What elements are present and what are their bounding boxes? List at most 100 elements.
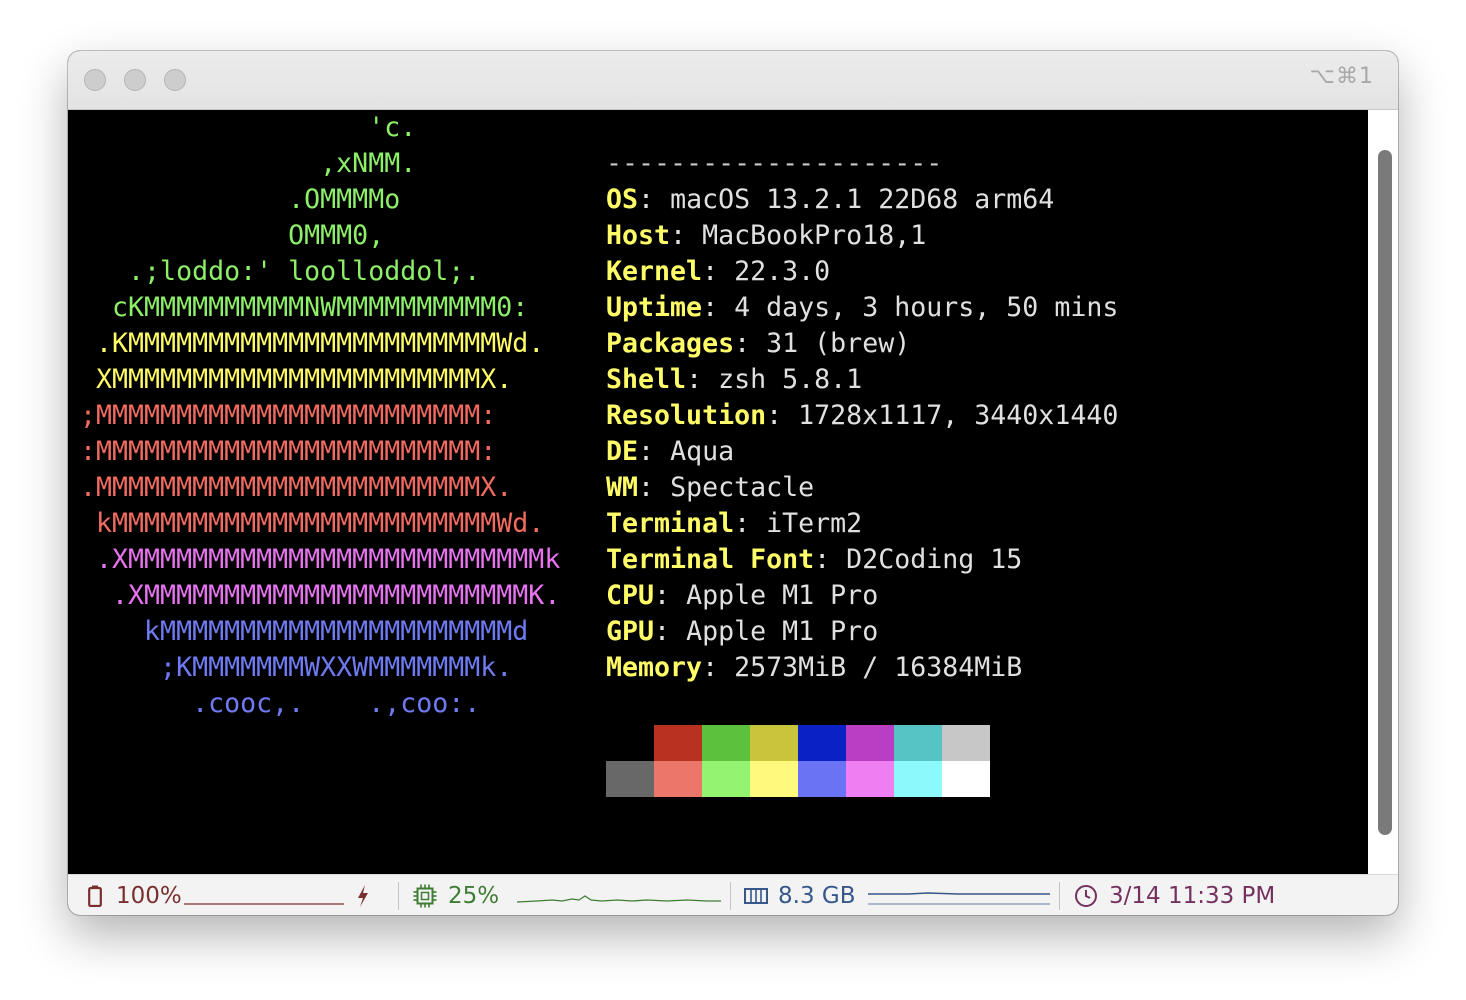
clock-icon: [1074, 884, 1098, 908]
info-key: Terminal: [606, 508, 735, 539]
info-value: 4 days, 3 hours, 50 mins: [734, 292, 1119, 323]
battery-icon: [88, 885, 102, 907]
color-swatch: [654, 725, 702, 761]
color-swatch: [654, 761, 702, 797]
info-line: Packages: 31 (brew): [606, 326, 1118, 362]
ascii-line: ,xNMM.: [80, 148, 417, 179]
info-line: GPU: Apple M1 Pro: [606, 614, 1118, 650]
ascii-line: cKMMMMMMMMMMNWMMMMMMMMMM0:: [80, 292, 529, 323]
info-colon: :: [814, 544, 847, 575]
ascii-line: .cooc,. .,coo:.: [80, 688, 481, 719]
color-swatch: [606, 725, 654, 761]
memory-icon: [744, 886, 768, 906]
status-bar: 100% 25% 8.3 GB 3/14 11:33 PM: [68, 874, 1398, 915]
ascii-line: kMMMMMMMMMMMMMMMMMMMMMMMMWd.: [80, 508, 545, 539]
info-key: Packages: [606, 328, 735, 359]
ascii-line: ;KMMMMMMMWXXWMMMMMMMk.: [80, 652, 513, 683]
ascii-line: .MMMMMMMMMMMMMMMMMMMMMMMMX.: [80, 472, 513, 503]
info-colon: :: [702, 256, 735, 287]
battery-component[interactable]: 100%: [88, 875, 370, 915]
scrollbar-thumb[interactable]: [1378, 150, 1392, 835]
info-value: 22.3.0: [734, 256, 831, 287]
ascii-line: 'c.: [80, 112, 417, 143]
status-divider: [1059, 882, 1060, 910]
info-line: Host: MacBookPro18,1: [606, 218, 1118, 254]
info-colon: :: [702, 292, 735, 323]
color-swatch: [894, 761, 942, 797]
color-swatch: [702, 725, 750, 761]
color-swatch: [702, 761, 750, 797]
battery-graph: [183, 886, 344, 906]
info-value: iTerm2: [766, 508, 863, 539]
info-line: Terminal Font: D2Coding 15: [606, 542, 1118, 578]
info-key: Terminal Font: [606, 544, 815, 575]
info-value: 1728x1117, 3440x1440: [798, 400, 1119, 431]
ascii-line: ;MMMMMMMMMMMMMMMMMMMMMMMM:: [80, 400, 497, 431]
info-key: WM: [606, 472, 639, 503]
color-swatch: [846, 725, 894, 761]
color-swatch: [750, 725, 798, 761]
info-key: Host: [606, 220, 671, 251]
color-swatch: [798, 725, 846, 761]
memory-component[interactable]: 8.3 GB: [744, 875, 1050, 915]
color-swatch: [942, 725, 990, 761]
memory-graph: [867, 886, 1050, 906]
info-colon: :: [702, 652, 735, 683]
info-line: DE: Aqua: [606, 434, 1118, 470]
info-line: OS: macOS 13.2.1 22D68 arm64: [606, 182, 1118, 218]
info-separator: ---------------------: [606, 148, 943, 179]
title-bar[interactable]: ⌥⌘1: [68, 51, 1398, 110]
status-divider: [398, 882, 399, 910]
ascii-line: OMMM0,: [80, 220, 385, 251]
info-key: Kernel: [606, 256, 703, 287]
info-line: WM: Spectacle: [606, 470, 1118, 506]
info-colon: :: [638, 472, 671, 503]
ascii-line: .;loddo:' loolloddol;.: [80, 256, 481, 287]
ascii-apple-logo: 'c. ,xNMM. .OMMMMo OMMM0, .;loddo:' lool…: [80, 110, 560, 722]
color-swatch: [750, 761, 798, 797]
info-key: Resolution: [606, 400, 767, 431]
info-value: 2573MiB / 16384MiB: [734, 652, 1023, 683]
cpu-icon: [413, 884, 437, 908]
info-line: Uptime: 4 days, 3 hours, 50 mins: [606, 290, 1118, 326]
info-colon: :: [686, 364, 719, 395]
info-value: Apple M1 Pro: [686, 580, 879, 611]
system-info: --------------------- OS: macOS 13.2.1 22…: [606, 110, 1118, 686]
close-button[interactable]: [84, 69, 106, 91]
memory-value: 8.3 GB: [778, 882, 856, 909]
color-swatch: [606, 761, 654, 797]
clock-value: 3/14 11:33 PM: [1109, 882, 1276, 909]
info-value: MacBookPro18,1: [702, 220, 927, 251]
cpu-graph: [517, 886, 722, 906]
cpu-component[interactable]: 25%: [413, 875, 722, 915]
color-swatch: [894, 725, 942, 761]
info-key: Shell: [606, 364, 687, 395]
color-swatch: [846, 761, 894, 797]
info-value: Aqua: [670, 436, 735, 467]
zoom-button[interactable]: [164, 69, 186, 91]
info-line: Shell: zsh 5.8.1: [606, 362, 1118, 398]
terminal-content[interactable]: 'c. ,xNMM. .OMMMMo OMMM0, .;loddo:' lool…: [68, 110, 1368, 874]
info-key: GPU: [606, 616, 655, 647]
info-colon: :: [670, 220, 703, 251]
info-colon: :: [638, 184, 671, 215]
info-colon: :: [654, 580, 687, 611]
scrollbar[interactable]: [1368, 110, 1398, 874]
info-line: Kernel: 22.3.0: [606, 254, 1118, 290]
ascii-line: .XMMMMMMMMMMMMMMMMMMMMMMMMK.: [80, 580, 561, 611]
info-value: 31 (brew): [766, 328, 911, 359]
info-colon: :: [734, 508, 767, 539]
info-value: Apple M1 Pro: [686, 616, 879, 647]
info-value: D2Coding 15: [846, 544, 1023, 575]
color-swatch: [942, 761, 990, 797]
color-swatch: [798, 761, 846, 797]
info-colon: :: [766, 400, 799, 431]
minimize-button[interactable]: [124, 69, 146, 91]
info-line: Resolution: 1728x1117, 3440x1440: [606, 398, 1118, 434]
clock-component[interactable]: 3/14 11:33 PM: [1074, 875, 1275, 915]
info-key: Memory: [606, 652, 703, 683]
info-blank-line: [606, 110, 1118, 146]
ascii-line: :MMMMMMMMMMMMMMMMMMMMMMMM:: [80, 436, 497, 467]
info-key: OS: [606, 184, 639, 215]
ascii-line: .OMMMMo: [80, 184, 401, 215]
